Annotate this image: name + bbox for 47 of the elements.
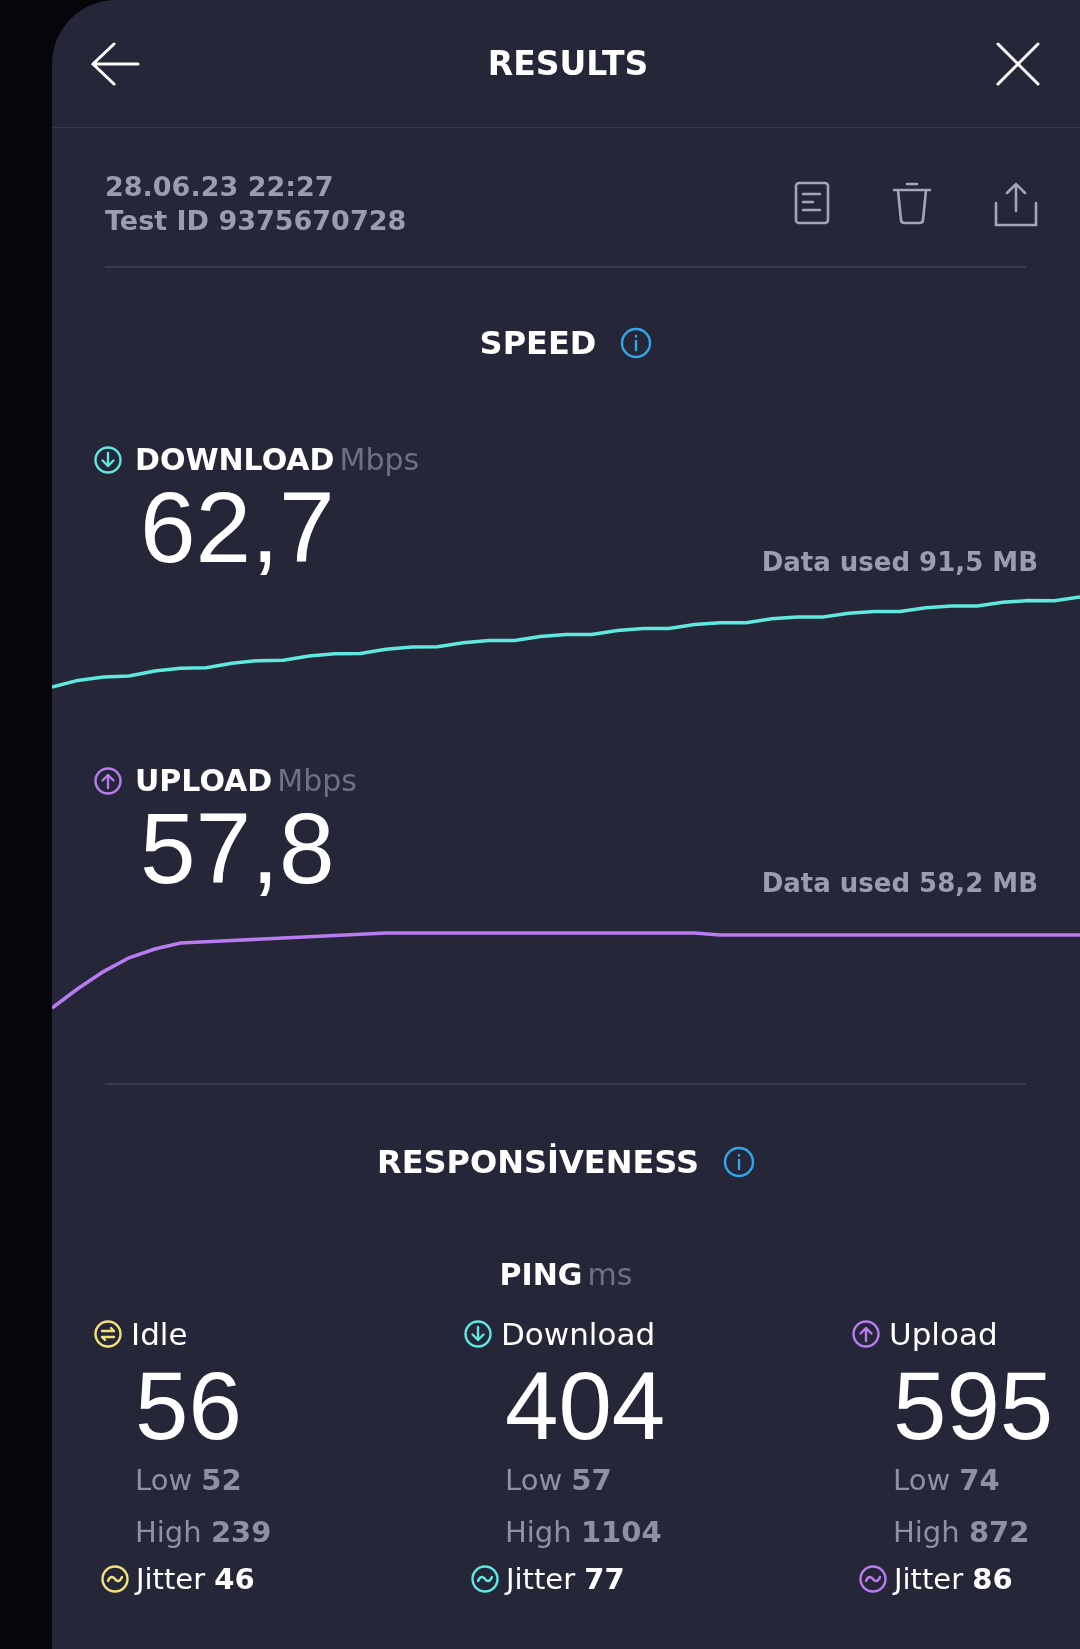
trash-icon [892, 181, 932, 225]
close-icon [996, 41, 1040, 86]
document-icon [794, 181, 830, 225]
jitter-value: Jitter 46 [136, 1562, 255, 1596]
ping-unit: ms [587, 1257, 633, 1292]
data-used: Data used 58,2 MB [761, 868, 1038, 898]
ping-low: Low 74 [892, 1462, 1001, 1499]
ping-high: High 239 [134, 1514, 273, 1551]
metric-unit: Mbps [277, 763, 357, 798]
ping-type-label: Idle [131, 1316, 188, 1352]
speed-value: 62,7 [140, 477, 335, 577]
ping-label: PING [499, 1257, 583, 1292]
jitter-value: Jitter 77 [506, 1562, 625, 1596]
jitter-icon [100, 1564, 130, 1594]
test-id: Test ID 9375670728 [105, 204, 407, 238]
ping-value: 56 [134, 1358, 243, 1454]
ping-high: High 1104 [504, 1514, 663, 1551]
ping-value: 404 [504, 1358, 667, 1454]
info-icon [722, 1146, 755, 1178]
metric-label: UPLOAD [135, 763, 273, 798]
info-button[interactable] [722, 1146, 755, 1178]
jitter-icon [858, 1564, 888, 1594]
back-icon [90, 41, 140, 86]
page-title: RESULTS [487, 44, 649, 83]
info-icon [620, 327, 653, 359]
delete-button[interactable] [892, 181, 932, 227]
ping-low: Low 52 [134, 1462, 243, 1499]
speed-value: 57,8 [140, 798, 335, 898]
ping-type-label: Upload [889, 1316, 998, 1352]
ping-type-label: Download [501, 1316, 656, 1352]
ping-low: Low 57 [504, 1462, 613, 1499]
document-button[interactable] [794, 181, 830, 227]
share-icon [994, 181, 1038, 227]
metric-unit: Mbps [339, 442, 420, 477]
share-button[interactable] [994, 181, 1038, 227]
section-title: RESPONSİVENESS [377, 1143, 699, 1181]
test-date: 28.06.23 22:27 [105, 170, 335, 204]
ping-value: 595 [892, 1358, 1055, 1454]
back-button[interactable] [90, 41, 140, 86]
ping-high: High 872 [892, 1514, 1031, 1551]
jitter-value: Jitter 86 [894, 1562, 1013, 1596]
metric-label: DOWNLOAD [135, 442, 335, 477]
data-used: Data used 91,5 MB [761, 547, 1038, 577]
jitter-icon [470, 1564, 500, 1594]
close-button[interactable] [996, 41, 1040, 86]
section-title: SPEED [479, 324, 597, 362]
info-button[interactable] [620, 327, 653, 359]
